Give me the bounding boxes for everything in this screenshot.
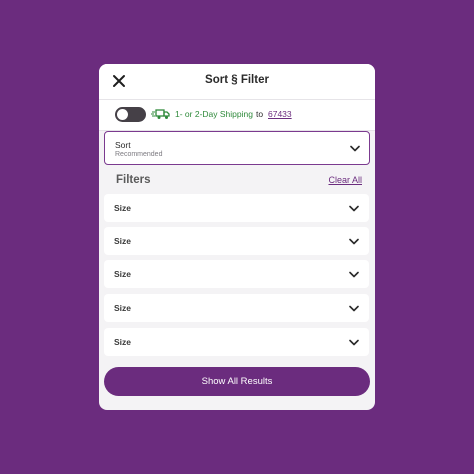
modal-header: Sort § Filter <box>99 64 375 100</box>
chevron-down-icon <box>349 205 359 212</box>
zip-code-link[interactable]: 67433 <box>268 109 292 119</box>
filter-label: Size <box>114 269 132 279</box>
chevron-down-icon <box>349 339 359 346</box>
toggle-knob <box>117 109 128 120</box>
filter-row-size[interactable]: Size <box>104 260 369 288</box>
filter-label: Size <box>114 337 132 347</box>
sort-label: Sort <box>115 140 131 150</box>
filter-label: Size <box>114 203 132 213</box>
filter-row-size[interactable]: Size <box>104 294 369 322</box>
sort-value: Recommended <box>115 151 163 158</box>
chevron-down-icon <box>349 305 359 312</box>
modal-title: Sort § Filter <box>205 74 269 86</box>
filter-row-size[interactable]: Size <box>104 194 369 222</box>
sort-dropdown[interactable]: Sort Recommended <box>104 131 370 165</box>
shipping-label: 1- or 2-Day Shipping <box>175 109 253 119</box>
sort-filter-modal: Sort § Filter 1- or 2-Day Shipping to 67… <box>99 64 375 410</box>
chevron-down-icon <box>349 238 359 245</box>
filters-heading: Filters <box>116 174 151 186</box>
show-all-results-button[interactable]: Show All Results <box>104 367 370 396</box>
filter-row-size[interactable]: Size <box>104 227 369 255</box>
filter-row-size[interactable]: Size <box>104 328 369 356</box>
chevron-down-icon <box>349 271 359 278</box>
filter-label: Size <box>114 303 132 313</box>
shipping-to: to <box>256 109 264 119</box>
clear-all-link[interactable]: Clear All <box>328 175 362 185</box>
chevron-down-icon <box>350 145 360 152</box>
filter-label: Size <box>114 236 132 246</box>
truck-icon <box>151 109 170 119</box>
shipping-toggle[interactable] <box>115 107 146 122</box>
